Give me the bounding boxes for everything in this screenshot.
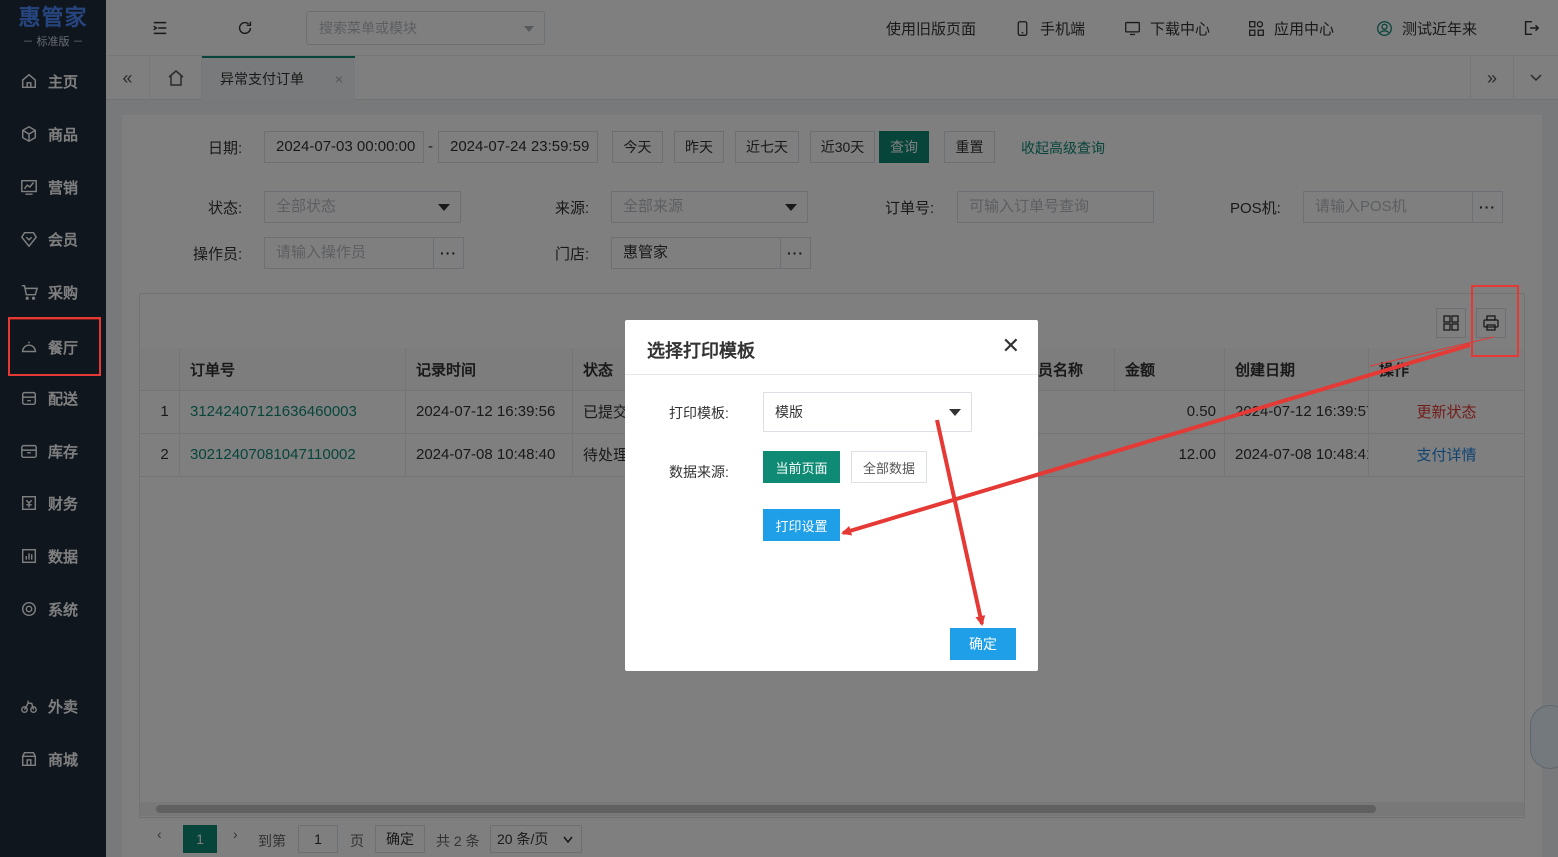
data-source-label: 数据来源:: [669, 464, 729, 480]
close-icon[interactable]: ✕: [1002, 335, 1020, 357]
highlight-print-box: [1471, 285, 1519, 357]
current-page-button[interactable]: 当前页面: [763, 451, 840, 483]
print-template-dialog: 选择打印模板 ✕ 打印模板: 模版 数据来源: 当前页面 全部数据 打印设置 确…: [625, 320, 1038, 671]
all-data-button[interactable]: 全部数据: [851, 451, 927, 483]
dialog-divider: [625, 374, 1038, 375]
dialog-title: 选择打印模板: [647, 341, 755, 361]
template-label: 打印模板:: [669, 405, 729, 421]
chevron-down-icon: [949, 409, 961, 416]
print-settings-button[interactable]: 打印设置: [763, 509, 840, 541]
template-select[interactable]: 模版: [763, 392, 972, 432]
ok-button[interactable]: 确定: [950, 628, 1016, 660]
highlight-restaurant-box: [8, 317, 101, 376]
